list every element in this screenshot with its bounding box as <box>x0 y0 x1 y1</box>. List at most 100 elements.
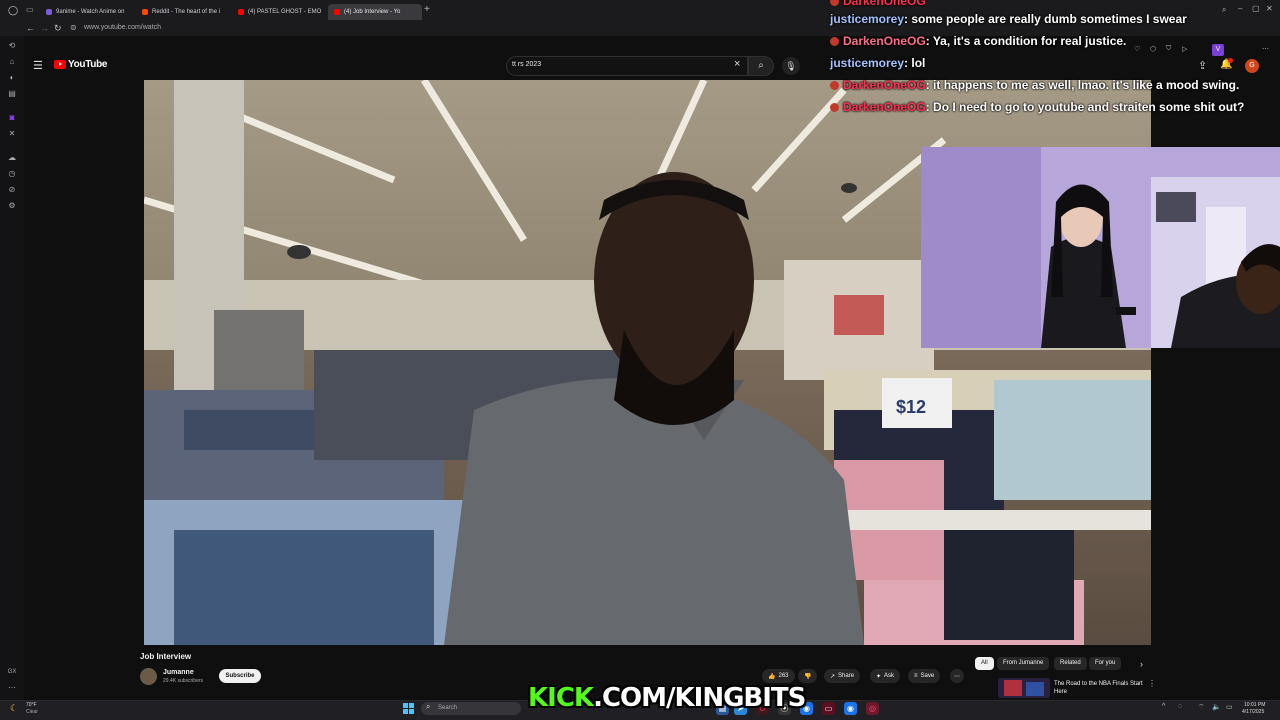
taskbar-clock-date[interactable]: 4/17/2025 <box>1242 709 1264 715</box>
chat-text: : it happens to me as well, lmao. it's l… <box>925 78 1240 92</box>
new-tab-icon[interactable]: + <box>424 4 430 15</box>
chat-message: justicemorey: lol <box>830 56 925 70</box>
youtube-logo[interactable]: YouTube <box>54 59 108 70</box>
terminal-icon[interactable]: ▭ <box>822 702 835 715</box>
ask-button[interactable]: ✦ Ask <box>870 669 901 683</box>
messenger-icon[interactable]: ◐ <box>6 72 18 84</box>
opera-icon[interactable]: ◎ <box>866 702 879 715</box>
tray-chevron-icon[interactable]: ^ <box>1162 703 1165 710</box>
chip-from-channel[interactable]: From Jumanne <box>997 657 1050 670</box>
tab-label: Reddit - The heart of the i <box>152 9 220 15</box>
settings-icon[interactable]: ⚙ <box>6 200 18 212</box>
browser-logo-icon[interactable]: ◯ <box>8 5 18 16</box>
security-camera <box>287 245 311 259</box>
start-tile <box>409 709 414 714</box>
notes-icon[interactable]: ▤ <box>6 88 18 100</box>
kick-brand: KICK <box>528 683 594 713</box>
back-icon[interactable]: ← <box>26 23 35 33</box>
chat-message: justicemorey: some people are really dum… <box>830 12 1187 26</box>
chat-message: DarkenOneOG: Do I need to go to youtube … <box>830 100 1244 114</box>
volume-icon[interactable]: 🔈 <box>1212 703 1221 711</box>
dislike-button[interactable]: 👎 <box>798 669 818 683</box>
channel-subscriber-count: 29.4K subscribers <box>163 678 204 684</box>
search-button[interactable]: ⌕ <box>748 56 774 76</box>
moon-weather-icon[interactable]: ☾ <box>10 703 18 714</box>
network-icon[interactable]: ⌔ <box>1198 703 1205 712</box>
start-tile <box>403 709 408 714</box>
tab-favicon-icon <box>46 9 52 15</box>
history-icon[interactable]: ⟲ <box>6 40 18 52</box>
chevron-right-icon[interactable]: › <box>1140 659 1143 669</box>
tab-favicon-icon <box>238 9 244 15</box>
windows-start-icon[interactable] <box>403 703 414 714</box>
chrome-profile-icon[interactable]: ◉ <box>844 702 857 715</box>
tab-pastel-ghost[interactable]: (4) PASTEL GHOST - EMO <box>232 4 326 20</box>
stream-chat-overlay: DarkenOneOG justicemorey: some people ar… <box>826 0 1280 118</box>
chip-for-you[interactable]: For you <box>1089 657 1122 670</box>
chat-username: DarkenOneOG <box>843 78 926 92</box>
recommended-video-thumbnail[interactable] <box>998 678 1050 698</box>
site-info-icon[interactable]: ⊜ <box>70 23 77 32</box>
wallet-icon[interactable]: ⌂ <box>6 56 18 68</box>
chip-related[interactable]: Related <box>1054 657 1087 670</box>
taskbar-search-input[interactable] <box>421 702 521 715</box>
recommended-more-icon[interactable]: ⋮ <box>1148 679 1156 688</box>
like-button[interactable]: 👍 263 <box>762 669 795 683</box>
clock-icon[interactable]: ◷ <box>6 168 18 180</box>
pinboard-icon[interactable]: ⊘ <box>6 184 18 196</box>
soundcloud-icon[interactable]: ☁ <box>6 152 18 164</box>
start-tile <box>403 703 408 708</box>
battery-icon[interactable]: ▭ <box>1226 703 1233 711</box>
chat-badge-icon <box>830 103 839 113</box>
search-input[interactable] <box>506 56 748 76</box>
security-camera <box>841 183 857 193</box>
x-twitter-icon[interactable]: ✕ <box>6 128 18 140</box>
search-query[interactable]: tt rs 2023 <box>512 61 541 68</box>
sidebar-extra-icon[interactable]: GX <box>6 666 18 678</box>
tab-reddit[interactable]: Reddit - The heart of the i <box>136 4 230 20</box>
tab-9anime[interactable]: 9anime - Watch Anime on <box>40 4 134 20</box>
weather-description: Clear <box>26 709 38 715</box>
voice-search-button[interactable]: 🎙 <box>782 57 800 75</box>
twitch-icon[interactable]: ◙ <box>6 112 18 124</box>
thumbs-up-icon: 👍 <box>768 673 776 680</box>
tab-job-interview[interactable]: (4) Job Interview - Yo <box>328 4 422 20</box>
chat-username: justicemorey <box>830 12 905 26</box>
channel-avatar[interactable] <box>140 668 157 685</box>
sidebar-more-icon[interactable]: ⋯ <box>6 682 18 694</box>
thumbs-down-icon: 👎 <box>804 673 812 680</box>
tray-app-icon[interactable]: ◌ <box>1178 703 1182 710</box>
chat-text: : some people are really dumb sometimes … <box>904 12 1187 26</box>
search-icon: ⌕ <box>758 60 764 71</box>
browser-side-panel: ⟲ ⌂ ◐ ▤ ◙ ✕ ☁ ◷ ⊘ ⚙ GX ⋯ <box>0 36 24 700</box>
more-actions-button[interactable]: ⋯ <box>950 669 964 683</box>
chat-username: DarkenOneOG <box>843 34 926 48</box>
address-bar-url[interactable]: www.youtube.com/watch <box>84 24 161 31</box>
forward-icon[interactable]: → <box>40 23 49 33</box>
share-button[interactable]: ↗ Share <box>824 669 861 683</box>
tab-label: 9anime - Watch Anime on <box>56 9 125 15</box>
share-label: Share <box>838 673 855 679</box>
save-button[interactable]: ≡ Save <box>908 669 941 683</box>
chat-badge-icon <box>830 37 839 47</box>
hamburger-menu-icon[interactable]: ☰ <box>33 59 43 72</box>
tab-list-icon[interactable]: ▭ <box>26 5 34 14</box>
microphone-icon: 🎙 <box>785 61 797 71</box>
more-icon: ⋯ <box>954 673 960 680</box>
subscribe-button[interactable]: Subscribe <box>219 669 261 683</box>
tab-label: (4) PASTEL GHOST - EMO <box>248 9 322 15</box>
weather-temperature[interactable]: 70°F <box>26 702 37 708</box>
kick-channel-url: .COM/KINGBITS <box>593 683 806 713</box>
taskbar-clock-time[interactable]: 10:01 PM <box>1244 702 1265 708</box>
chat-username: DarkenOneOG <box>843 100 926 114</box>
chat-badge-icon <box>830 81 839 91</box>
recommended-video-title[interactable]: The Road to the NBA Finals Start Here <box>1054 680 1144 696</box>
kick-channel-text: KICK.COM/KINGBITS <box>528 683 806 713</box>
share-icon: ↗ <box>830 673 836 680</box>
chip-all[interactable]: All <box>975 657 994 670</box>
channel-name[interactable]: Jumanne <box>163 669 194 676</box>
chat-badge-icon <box>830 0 839 7</box>
clear-search-icon[interactable]: × <box>734 58 740 70</box>
reload-icon[interactable]: ↻ <box>54 23 62 34</box>
thumbnail-art <box>998 678 1050 698</box>
